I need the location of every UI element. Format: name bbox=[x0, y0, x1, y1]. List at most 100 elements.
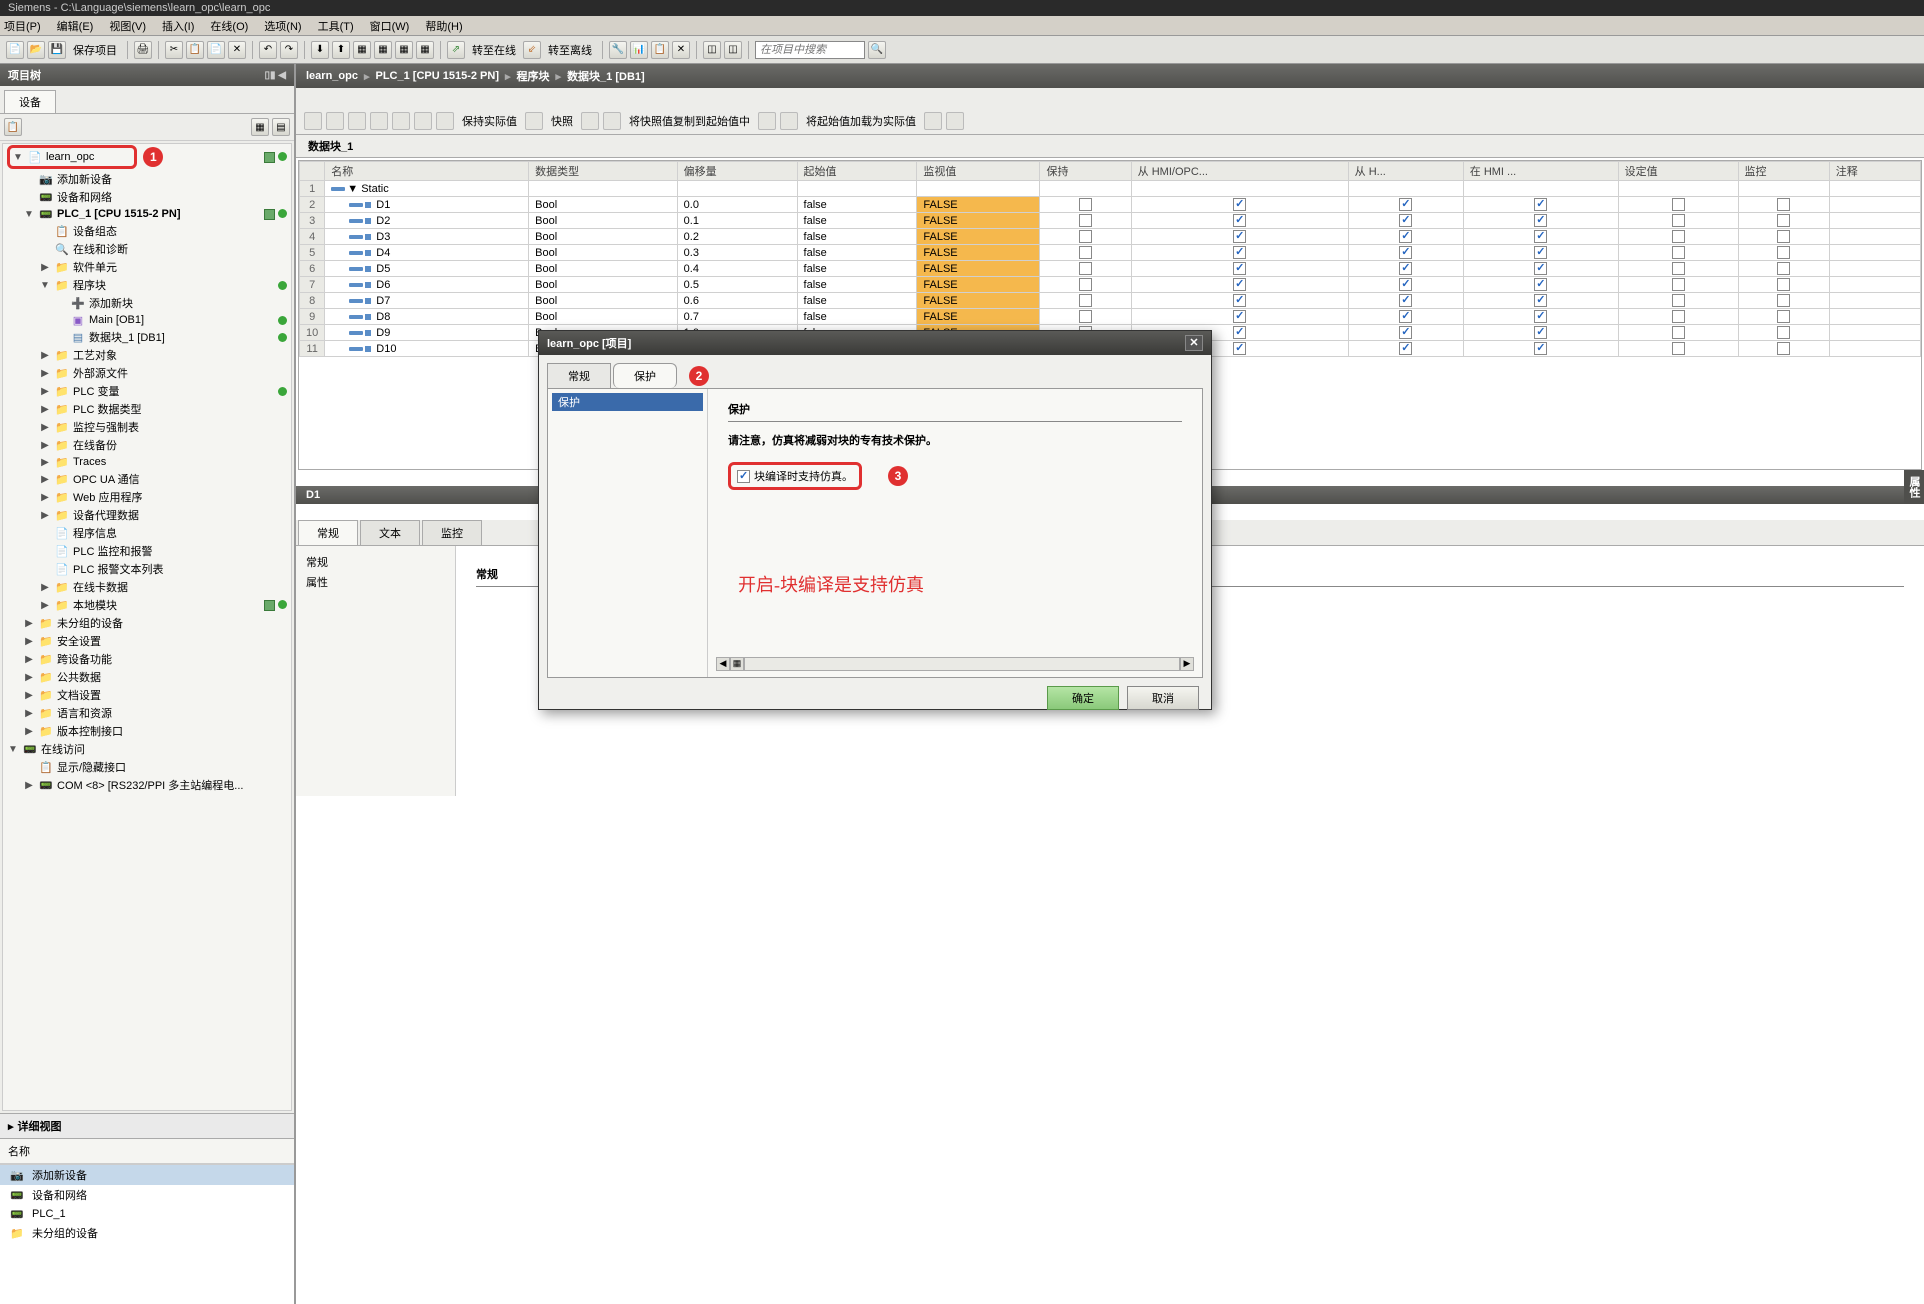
offset-cell[interactable]: 0.1 bbox=[677, 213, 797, 229]
hmi1-cell[interactable] bbox=[1131, 197, 1348, 213]
expand-icon[interactable]: ▶ bbox=[39, 474, 51, 485]
checkbox[interactable] bbox=[1534, 246, 1547, 259]
expand-icon[interactable]: ▼ bbox=[39, 280, 51, 291]
dialog-nav[interactable]: 保护 bbox=[548, 389, 708, 677]
checkbox[interactable] bbox=[1777, 342, 1790, 355]
comment-cell[interactable] bbox=[1829, 325, 1920, 341]
monitor-cell[interactable]: FALSE bbox=[917, 293, 1040, 309]
expand-icon[interactable]: ▼ bbox=[23, 209, 35, 220]
paste-icon[interactable]: 📄 bbox=[207, 41, 225, 59]
expand-icon[interactable]: ▶ bbox=[23, 654, 35, 665]
expand-icon[interactable]: ▶ bbox=[23, 672, 35, 683]
project-search-input[interactable] bbox=[755, 41, 865, 59]
checkbox[interactable] bbox=[1534, 294, 1547, 307]
scroll-thumb[interactable]: ▦ bbox=[730, 657, 744, 671]
sup-cell[interactable] bbox=[1738, 229, 1829, 245]
hmi1-cell[interactable] bbox=[1131, 309, 1348, 325]
column-header[interactable]: 监视值 bbox=[917, 162, 1040, 181]
table-row[interactable]: 5 D4Bool0.3falseFALSE bbox=[300, 245, 1921, 261]
checkbox[interactable] bbox=[1079, 214, 1092, 227]
etb-icon-3[interactable] bbox=[348, 112, 366, 130]
hmi3-cell[interactable] bbox=[1463, 229, 1618, 245]
devices-tab[interactable]: 设备 bbox=[4, 90, 56, 113]
expand-icon[interactable]: ▸ bbox=[8, 1120, 14, 1133]
table-row[interactable]: 6 D5Bool0.4falseFALSE bbox=[300, 261, 1921, 277]
checkbox[interactable] bbox=[1399, 310, 1412, 323]
checkbox[interactable] bbox=[1399, 294, 1412, 307]
column-header[interactable]: 从 H... bbox=[1348, 162, 1463, 181]
type-cell[interactable]: Bool bbox=[529, 245, 678, 261]
row-number[interactable]: 1 bbox=[300, 181, 325, 197]
checkbox[interactable] bbox=[1777, 230, 1790, 243]
column-header[interactable]: 注释 bbox=[1829, 162, 1920, 181]
download-icon[interactable]: ⬆ bbox=[332, 41, 350, 59]
expand-icon[interactable]: ▶ bbox=[39, 350, 51, 361]
dialog-close-icon[interactable]: ✕ bbox=[1185, 335, 1203, 351]
tree-view2-icon[interactable]: ▤ bbox=[272, 118, 290, 136]
menu-item[interactable]: 工具(T) bbox=[318, 18, 354, 33]
checkbox[interactable] bbox=[1672, 294, 1685, 307]
go-online-icon[interactable]: ⇗ bbox=[447, 41, 465, 59]
tree-node[interactable]: 🔍在线和诊断 bbox=[3, 240, 291, 258]
checkbox[interactable] bbox=[1534, 326, 1547, 339]
checkbox[interactable] bbox=[1079, 230, 1092, 243]
expand-icon[interactable]: ▶ bbox=[23, 708, 35, 719]
ok-button[interactable]: 确定 bbox=[1047, 686, 1119, 710]
checkbox[interactable] bbox=[1399, 342, 1412, 355]
save-icon[interactable]: 💾 bbox=[48, 41, 66, 59]
scroll-left-icon[interactable]: ◀ bbox=[716, 657, 730, 671]
offset-cell[interactable]: 0.4 bbox=[677, 261, 797, 277]
hmi1-cell[interactable] bbox=[1131, 277, 1348, 293]
set-cell[interactable] bbox=[1618, 245, 1738, 261]
detail-list[interactable]: 📷添加新设备📟设备和网络📟PLC_1📁未分组的设备 bbox=[0, 1164, 294, 1304]
cancel-button[interactable]: 取消 bbox=[1127, 686, 1199, 710]
checkbox[interactable] bbox=[1777, 262, 1790, 275]
sub-nav[interactable]: 常规属性 bbox=[296, 546, 456, 796]
tree-node[interactable]: ▶📁设备代理数据 bbox=[3, 506, 291, 524]
comment-cell[interactable] bbox=[1829, 197, 1920, 213]
tree-node[interactable]: 📄PLC 监控和报警 bbox=[3, 542, 291, 560]
etb-icon-11[interactable] bbox=[758, 112, 776, 130]
hmi1-cell[interactable] bbox=[1131, 245, 1348, 261]
type-cell[interactable]: Bool bbox=[529, 309, 678, 325]
print-icon[interactable]: 🖨 bbox=[134, 41, 152, 59]
set-cell[interactable] bbox=[1618, 293, 1738, 309]
hmi3-cell[interactable] bbox=[1463, 213, 1618, 229]
tree-node[interactable]: ▶📁安全设置 bbox=[3, 632, 291, 650]
dialog-titlebar[interactable]: learn_opc [项目] ✕ bbox=[539, 331, 1211, 355]
tree-node[interactable]: 📋显示/隐藏接口 bbox=[3, 758, 291, 776]
checkbox[interactable] bbox=[1672, 278, 1685, 291]
tree-node[interactable]: ▶📁PLC 数据类型 bbox=[3, 400, 291, 418]
etb-icon-14[interactable] bbox=[946, 112, 964, 130]
expand-icon[interactable]: ▶ bbox=[23, 636, 35, 647]
hmi2-cell[interactable] bbox=[1348, 245, 1463, 261]
tb-icon-8[interactable]: ✕ bbox=[672, 41, 690, 59]
monitor-cell[interactable]: FALSE bbox=[917, 261, 1040, 277]
keep-cell[interactable] bbox=[1040, 213, 1131, 229]
tree-node[interactable]: ▼📁程序块 bbox=[3, 276, 291, 294]
sup-cell[interactable] bbox=[1738, 181, 1829, 197]
column-header[interactable]: 起始值 bbox=[797, 162, 917, 181]
comment-cell[interactable] bbox=[1829, 341, 1920, 357]
expand-icon[interactable]: ▶ bbox=[23, 726, 35, 737]
keep-cell[interactable] bbox=[1040, 245, 1131, 261]
etb-icon-12[interactable] bbox=[780, 112, 798, 130]
column-header[interactable]: 偏移量 bbox=[677, 162, 797, 181]
expand-icon[interactable]: ▶ bbox=[39, 422, 51, 433]
detail-row[interactable]: 📁未分组的设备 bbox=[0, 1223, 294, 1243]
go-offline-icon[interactable]: ⇙ bbox=[523, 41, 541, 59]
hmi2-cell[interactable] bbox=[1348, 197, 1463, 213]
tree-node[interactable]: ▶📟COM <8> [RS232/PPI 多主站编程电... bbox=[3, 776, 291, 794]
expand-icon[interactable]: ▼ bbox=[7, 744, 19, 755]
simulation-checkbox[interactable] bbox=[737, 470, 750, 483]
tree-node[interactable]: ▶📁文档设置 bbox=[3, 686, 291, 704]
tree-node[interactable]: ▤数据块_1 [DB1] bbox=[3, 328, 291, 346]
tree-node[interactable]: ▶📁工艺对象 bbox=[3, 346, 291, 364]
tree-node[interactable]: ▶📁在线卡数据 bbox=[3, 578, 291, 596]
type-cell[interactable]: Bool bbox=[529, 197, 678, 213]
expand-icon[interactable]: ▶ bbox=[23, 690, 35, 701]
tree-node[interactable]: ▶📁跨设备功能 bbox=[3, 650, 291, 668]
checkbox[interactable] bbox=[1777, 278, 1790, 291]
checkbox[interactable] bbox=[1399, 326, 1412, 339]
tree-node[interactable]: ▼📄learn_opc1 bbox=[3, 144, 291, 170]
